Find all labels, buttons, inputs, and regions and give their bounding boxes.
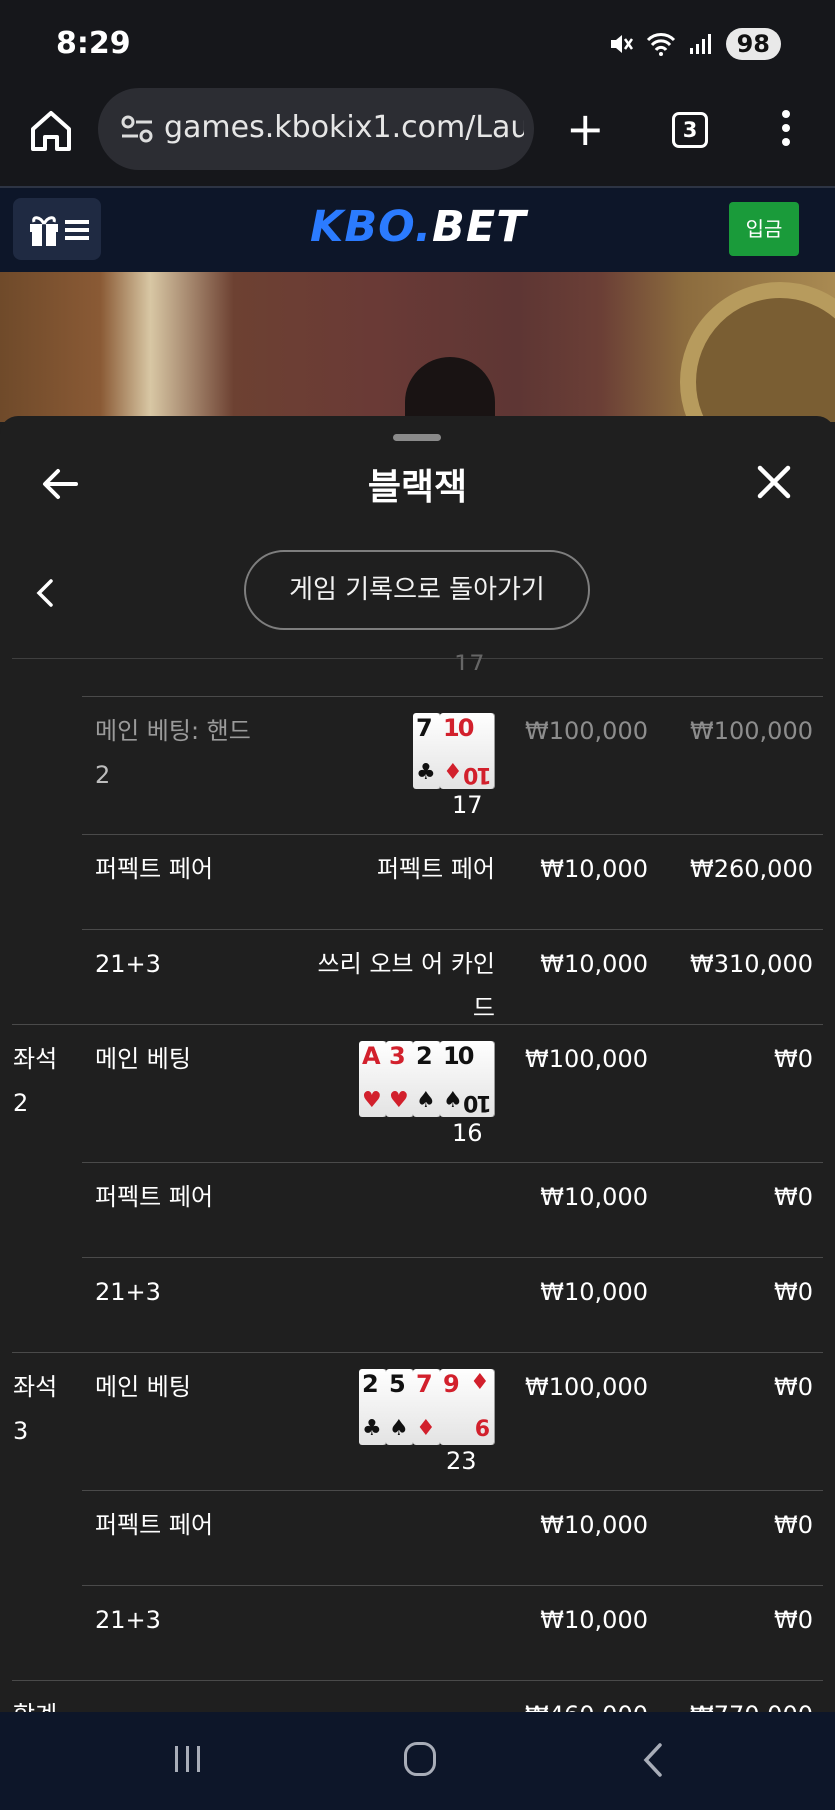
address-bar[interactable]: games.kbokix1.com/Launcl xyxy=(98,88,534,170)
seat-label: 좌석 3 xyxy=(13,1373,58,1445)
sheet-title: 블랙잭 xyxy=(367,467,468,508)
signal-icon xyxy=(689,34,711,54)
table-row: 21+3 ₩10,000 ₩0 xyxy=(0,1586,835,1681)
playing-card: 3 ♥ xyxy=(386,1041,413,1117)
bet-amount: ₩10,000 xyxy=(540,855,648,883)
winnings: ₩100,000 xyxy=(690,717,813,745)
url-text[interactable]: games.kbokix1.com/Launcl xyxy=(164,110,524,145)
winnings: ₩0 xyxy=(774,1045,813,1073)
site-settings-icon[interactable] xyxy=(120,113,154,145)
system-navigation-bar xyxy=(0,1712,835,1810)
bet-amount: ₩10,000 xyxy=(540,950,648,978)
live-video-background xyxy=(0,272,835,422)
winnings: ₩260,000 xyxy=(690,855,813,883)
table-row: 21+3 ₩10,000 ₩0 xyxy=(0,1258,835,1353)
playing-card: 10 ♦ 10 xyxy=(440,713,494,789)
bet-result: 쓰리 오브 어 카인 드 xyxy=(317,950,495,1022)
dealt-cards: 7 ♣ 10 ♦ 10 xyxy=(413,713,494,789)
hand-total: 23 xyxy=(446,1447,477,1475)
table-row: 퍼펙트 페어 퍼펙트 페어 ₩10,000 ₩260,000 xyxy=(0,835,835,930)
table-row: 메인 베팅: 핸드 2 7 ♣ 10 ♦ 10 17 ₩100,000 ₩100,000 xyxy=(0,697,835,835)
playing-card: 10 ♠ 10 xyxy=(440,1041,494,1117)
back-to-history-button[interactable]: 게임 기록으로 돌아가기 xyxy=(244,550,590,630)
winnings: ₩310,000 xyxy=(690,950,813,978)
bet-details-table: 17 메인 베팅: 핸드 2 7 ♣ 10 ♦ 10 17 ₩100,000 ₩100,… xyxy=(0,640,835,1712)
bet-amount: ₩10,000 xyxy=(540,1606,648,1634)
table-row: 21+3 쓰리 오브 어 카인 드 ₩10,000 ₩310,000 xyxy=(0,930,835,1025)
bet-amount: ₩100,000 xyxy=(525,1373,648,1401)
bet-amount: ₩10,000 xyxy=(540,1511,648,1539)
dealt-cards: 2 ♣ 5 ♠ 7 ♦ 9 ♦ 6 xyxy=(359,1369,494,1445)
browser-toolbar: games.kbokix1.com/Launcl + 3 xyxy=(0,88,835,186)
total-winnings: ₩770,000 xyxy=(690,1693,813,1712)
battery-indicator: 98 xyxy=(725,28,781,60)
playing-card: 2 ♠ xyxy=(413,1041,440,1117)
site-logo[interactable]: KBO.BET xyxy=(310,202,527,252)
deposit-button[interactable]: 입금 xyxy=(729,202,799,256)
hand-total: 16 xyxy=(452,1119,483,1147)
mute-icon xyxy=(610,35,633,53)
summary-row: 합계 ₩460,000 ₩770,000 xyxy=(0,1681,835,1712)
seat-label: 좌석 2 xyxy=(13,1045,58,1117)
playing-card: 9 ♦ 6 xyxy=(440,1369,494,1445)
playing-card: 7 ♣ xyxy=(413,713,440,789)
table-row: 퍼펙트 페어 ₩10,000 ₩0 xyxy=(0,1163,835,1258)
total-bet-amount: ₩460,000 xyxy=(525,1693,648,1712)
wifi-icon xyxy=(646,33,675,56)
summary-label: 합계 xyxy=(13,1693,57,1712)
playing-card: 7 ♦ xyxy=(413,1369,440,1445)
partial-row-divider xyxy=(0,640,835,697)
gift-menu-button[interactable] xyxy=(13,198,101,260)
bet-amount: ₩10,000 xyxy=(540,1278,648,1306)
winnings: ₩0 xyxy=(774,1606,813,1634)
history-sheet: 블랙잭 게임 기록으로 돌아가기 17 메인 베팅: 핸드 2 7 ♣ 10 ♦ 10 … xyxy=(0,416,835,1712)
home-icon[interactable] xyxy=(28,108,74,154)
tab-switcher-button[interactable]: 3 xyxy=(672,112,708,148)
hand-total: 17 xyxy=(452,791,483,819)
winnings: ₩0 xyxy=(774,1373,813,1401)
winnings: ₩0 xyxy=(774,1183,813,1211)
bet-amount: ₩10,000 xyxy=(540,1183,648,1211)
sheet-drag-handle[interactable] xyxy=(393,434,441,441)
gift-icon xyxy=(30,216,58,246)
bet-amount: ₩100,000 xyxy=(525,717,648,745)
playing-card: 2 ♣ xyxy=(359,1369,386,1445)
browser-menu-icon[interactable] xyxy=(778,110,794,150)
clock: 8:29 xyxy=(56,26,131,61)
bet-amount: ₩100,000 xyxy=(525,1045,648,1073)
chevron-left-icon[interactable] xyxy=(34,578,56,608)
status-bar: 8:29 98 xyxy=(0,0,835,88)
bet-result: 퍼펙트 페어 xyxy=(376,855,495,883)
table-row: 퍼펙트 페어 ₩10,000 ₩0 xyxy=(0,1491,835,1586)
playing-card: 5 ♠ xyxy=(386,1369,413,1445)
close-icon[interactable] xyxy=(754,462,794,502)
winnings: ₩0 xyxy=(774,1511,813,1539)
recent-apps-icon[interactable] xyxy=(172,1744,204,1774)
site-header: KBO.BET 입금 xyxy=(0,186,835,272)
table-row: 좌석 2 메인 베팅 A ♥ 3 ♥ 2 ♠ 10 ♠ 10 16 ₩100,000 ₩0 xyxy=(0,1025,835,1163)
winnings: ₩0 xyxy=(774,1278,813,1306)
new-tab-button[interactable]: + xyxy=(566,106,605,152)
playing-card: A ♥ xyxy=(359,1041,386,1117)
dealt-cards: A ♥ 3 ♥ 2 ♠ 10 ♠ 10 xyxy=(359,1041,494,1117)
hamburger-icon xyxy=(65,220,89,240)
status-icons: 98 xyxy=(608,28,781,60)
back-nav-icon[interactable] xyxy=(640,1742,666,1778)
home-nav-icon[interactable] xyxy=(404,1742,436,1776)
table-row: 좌석 3 메인 베팅 2 ♣ 5 ♠ 7 ♦ 9 ♦ 6 23 ₩100,000 ₩0 xyxy=(0,1353,835,1491)
